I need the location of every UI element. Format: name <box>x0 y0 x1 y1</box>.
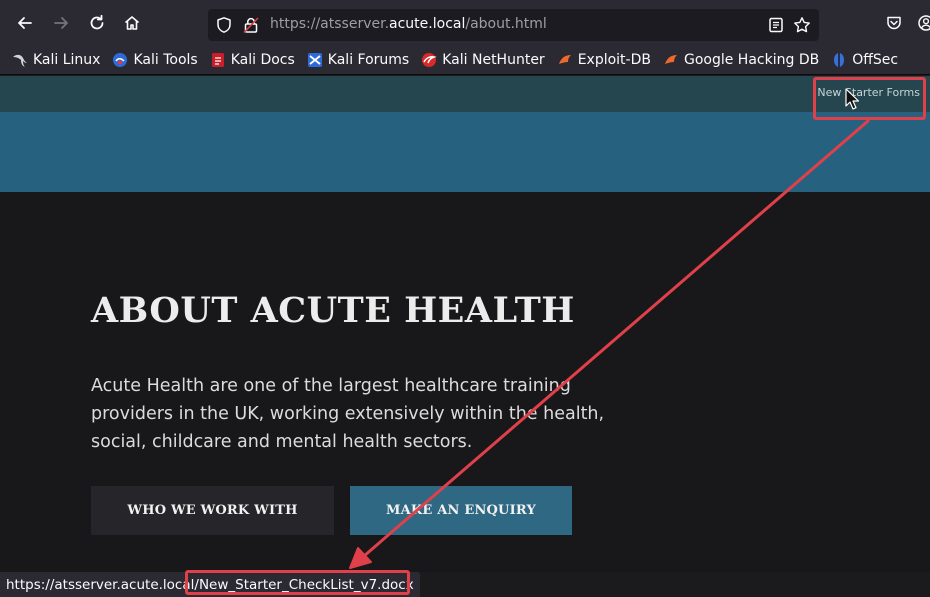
exploit-db-icon <box>558 55 571 64</box>
bookmark-label: Kali Linux <box>33 52 101 68</box>
bookmark-kali-forums[interactable]: Kali Forums <box>307 52 409 68</box>
address-bar[interactable]: https://atsserver.acute.local/about.html <box>208 9 819 41</box>
reload-button[interactable] <box>85 11 109 35</box>
pocket-button[interactable] <box>882 11 906 35</box>
browser-toolbar: https://atsserver.acute.local/about.html <box>0 0 930 46</box>
bookmark-kali-nethunter[interactable]: Kali NetHunter <box>421 52 545 68</box>
lock-warning-icon[interactable] <box>242 16 260 34</box>
site-top-nav: New Starter Forms <box>0 76 930 112</box>
arrow-right-icon <box>54 17 68 29</box>
reader-view-icon[interactable] <box>767 16 785 34</box>
kali-docs-icon <box>211 53 224 67</box>
kali-forums-icon <box>307 53 322 67</box>
kali-nethunter-icon <box>422 53 437 67</box>
kali-tools-icon <box>113 53 128 67</box>
bookmark-label: OffSec <box>852 52 899 68</box>
bookmark-exploit-db[interactable]: Exploit-DB <box>557 52 651 68</box>
make-enquiry-button[interactable]: MAKE AN ENQUIRY <box>350 486 572 535</box>
home-button[interactable] <box>120 11 144 35</box>
offsec-icon <box>834 53 845 67</box>
bookmark-kali-docs[interactable]: Kali Docs <box>210 52 295 68</box>
bookmark-kali-linux[interactable]: Kali Linux <box>12 52 100 68</box>
page-title: ABOUT ACUTE HEALTH <box>91 290 575 331</box>
url-text[interactable]: https://atsserver.acute.local/about.html <box>270 16 547 32</box>
ghdb-icon <box>664 55 677 64</box>
url-prefix: https://atsserver. <box>270 16 390 32</box>
status-link-prefix: https://atsserver.acute.local/ <box>6 576 199 593</box>
account-icon <box>918 15 930 31</box>
bookmarks-toolbar: Kali Linux Kali Tools Kali Docs Kali For… <box>0 46 930 75</box>
who-we-work-with-button[interactable]: WHO WE WORK WITH <box>91 486 334 535</box>
back-button[interactable] <box>13 11 37 35</box>
bookmark-label: Kali NetHunter <box>442 52 545 68</box>
shield-icon[interactable] <box>215 16 233 34</box>
arrow-left-icon <box>18 17 32 29</box>
bookmark-label: Kali Forums <box>327 52 410 68</box>
url-host: acute.local <box>389 16 466 32</box>
home-icon <box>124 16 140 30</box>
url-path: /about.html <box>465 16 547 32</box>
bookmark-label: Kali Tools <box>133 52 198 68</box>
bookmark-offsec[interactable]: OffSec <box>831 52 898 68</box>
bookmark-google-hacking-db[interactable]: Google Hacking DB <box>663 52 819 68</box>
kali-dragon-icon <box>13 54 27 67</box>
pocket-icon <box>887 16 901 30</box>
about-description: Acute Health are one of the largest heal… <box>91 376 605 452</box>
status-link-file: New_Starter_CheckList_v7.docx <box>198 576 414 593</box>
site-banner <box>0 112 930 192</box>
bookmark-label: Google Hacking DB <box>683 52 820 68</box>
bookmark-kali-tools[interactable]: Kali Tools <box>112 52 198 68</box>
bookmark-star-icon[interactable] <box>793 16 811 34</box>
bookmark-label: Exploit-DB <box>577 52 651 68</box>
link-status-bar: https://atsserver.acute.local/New_Starte… <box>0 572 420 597</box>
reload-icon <box>90 14 104 30</box>
forward-button[interactable] <box>49 11 73 35</box>
new-starter-forms-link[interactable]: New Starter Forms <box>817 86 920 99</box>
account-button[interactable] <box>914 11 930 35</box>
bookmark-label: Kali Docs <box>230 52 295 68</box>
mouse-pointer-icon <box>845 88 859 110</box>
